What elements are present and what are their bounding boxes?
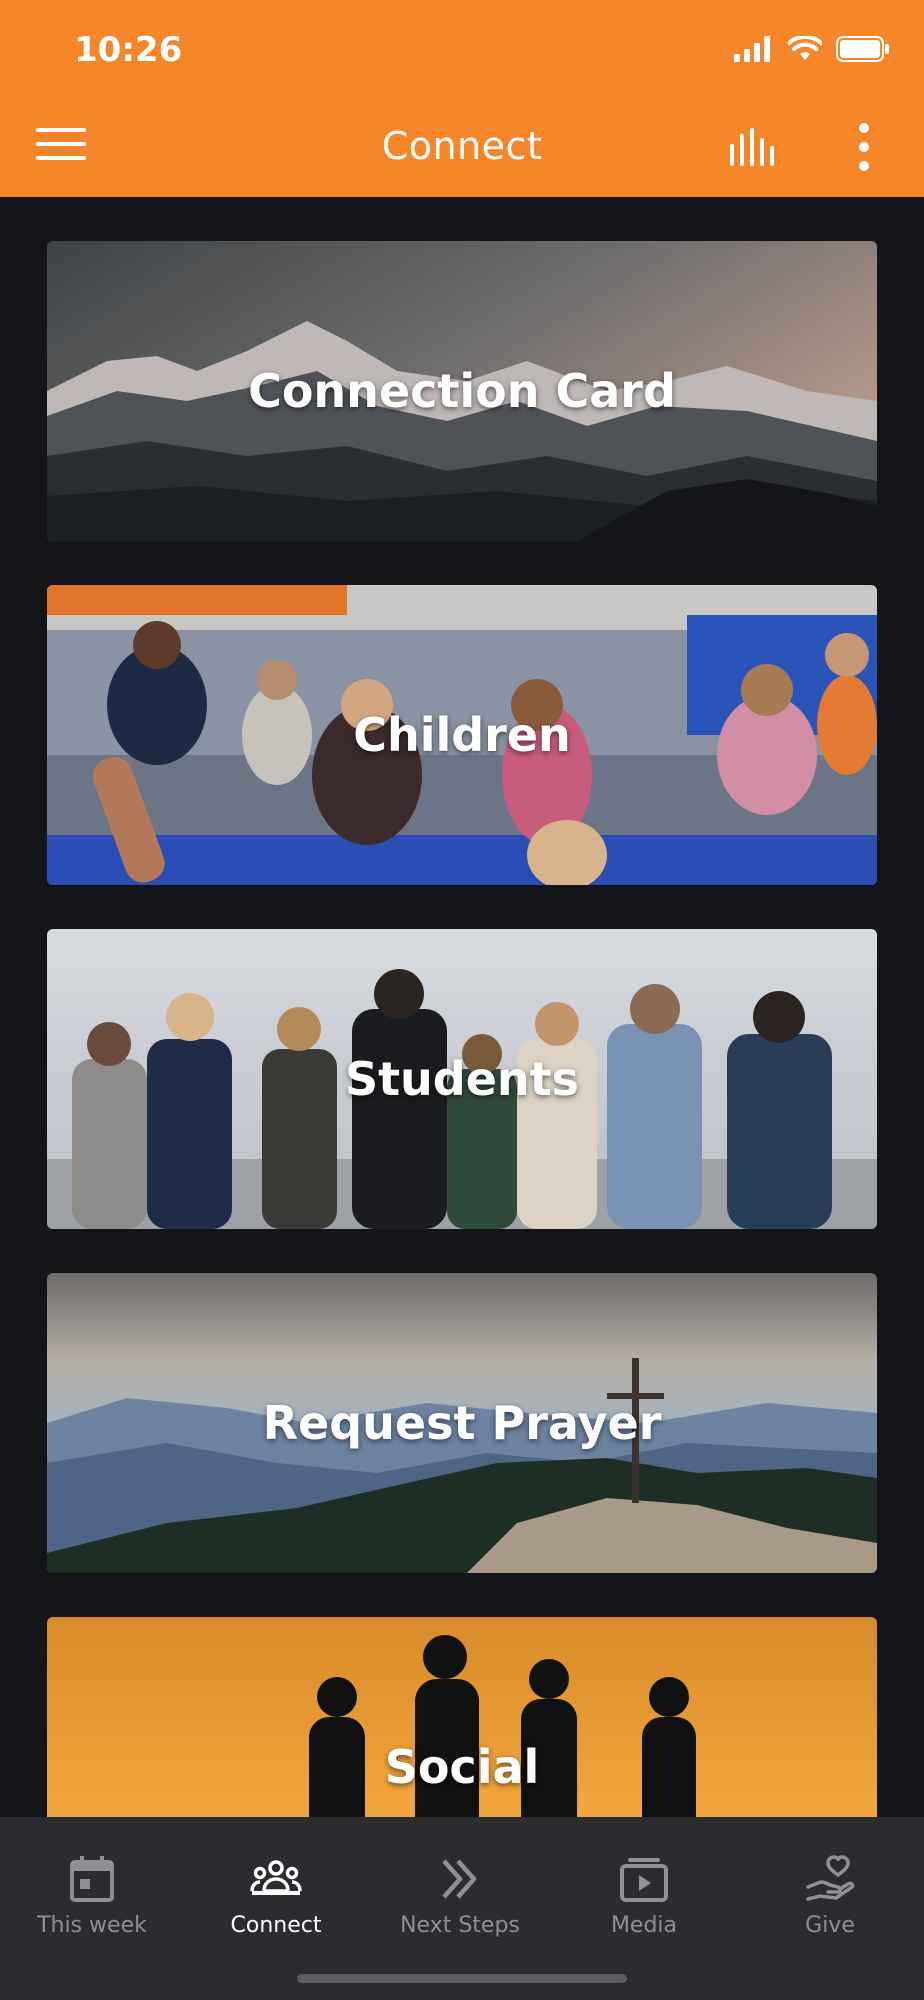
more-vertical-icon: [859, 123, 869, 171]
equalizer-icon: [730, 128, 774, 166]
card-title: Connection Card: [248, 364, 676, 418]
chevrons-right-icon: [442, 1859, 477, 1899]
signal-icon: [734, 36, 770, 62]
people-icon: [250, 1860, 302, 1895]
card-title: Request Prayer: [262, 1396, 662, 1450]
nav-item-connect[interactable]: Connect: [184, 1837, 368, 1947]
more-options-button[interactable]: [856, 122, 896, 178]
nav-item-media[interactable]: Media: [552, 1837, 736, 1947]
connection-card-tile[interactable]: Connection Card: [47, 241, 877, 541]
nav-label: This week: [37, 1913, 147, 1938]
children-card-tile[interactable]: Children: [47, 585, 877, 885]
card-title: Students: [344, 1052, 580, 1106]
audio-button[interactable]: [730, 128, 790, 172]
card-title: Social: [384, 1740, 540, 1794]
media-icon: [620, 1858, 668, 1902]
nav-label: Connect: [230, 1913, 322, 1938]
nav-item-this-week[interactable]: This week: [0, 1837, 184, 1947]
nav-item-give[interactable]: Give: [738, 1837, 922, 1947]
status-icons: [734, 36, 890, 62]
app-bar: Connect: [0, 100, 924, 197]
nav-label: Next Steps: [400, 1913, 520, 1938]
bottom-nav: This week Connect Next Steps Media Give: [0, 1817, 924, 2000]
calendar-icon: [70, 1856, 114, 1902]
nav-item-next-steps[interactable]: Next Steps: [368, 1837, 552, 1947]
status-bar: 10:26: [0, 0, 924, 100]
request-prayer-card-tile[interactable]: Request Prayer: [47, 1273, 877, 1573]
social-card-tile[interactable]: Social: [47, 1617, 877, 1817]
card-title: Children: [353, 708, 571, 762]
nav-label: Give: [805, 1913, 855, 1938]
students-card-tile[interactable]: Students: [47, 929, 877, 1229]
give-icon: [806, 1855, 855, 1901]
battery-icon: [836, 36, 889, 62]
card-list: Connection Card Children Students Reques…: [0, 197, 924, 1817]
wifi-icon: [788, 36, 822, 60]
status-time: 10:26: [74, 30, 183, 70]
nav-label: Media: [610, 1913, 678, 1938]
home-indicator[interactable]: [297, 1974, 627, 1983]
